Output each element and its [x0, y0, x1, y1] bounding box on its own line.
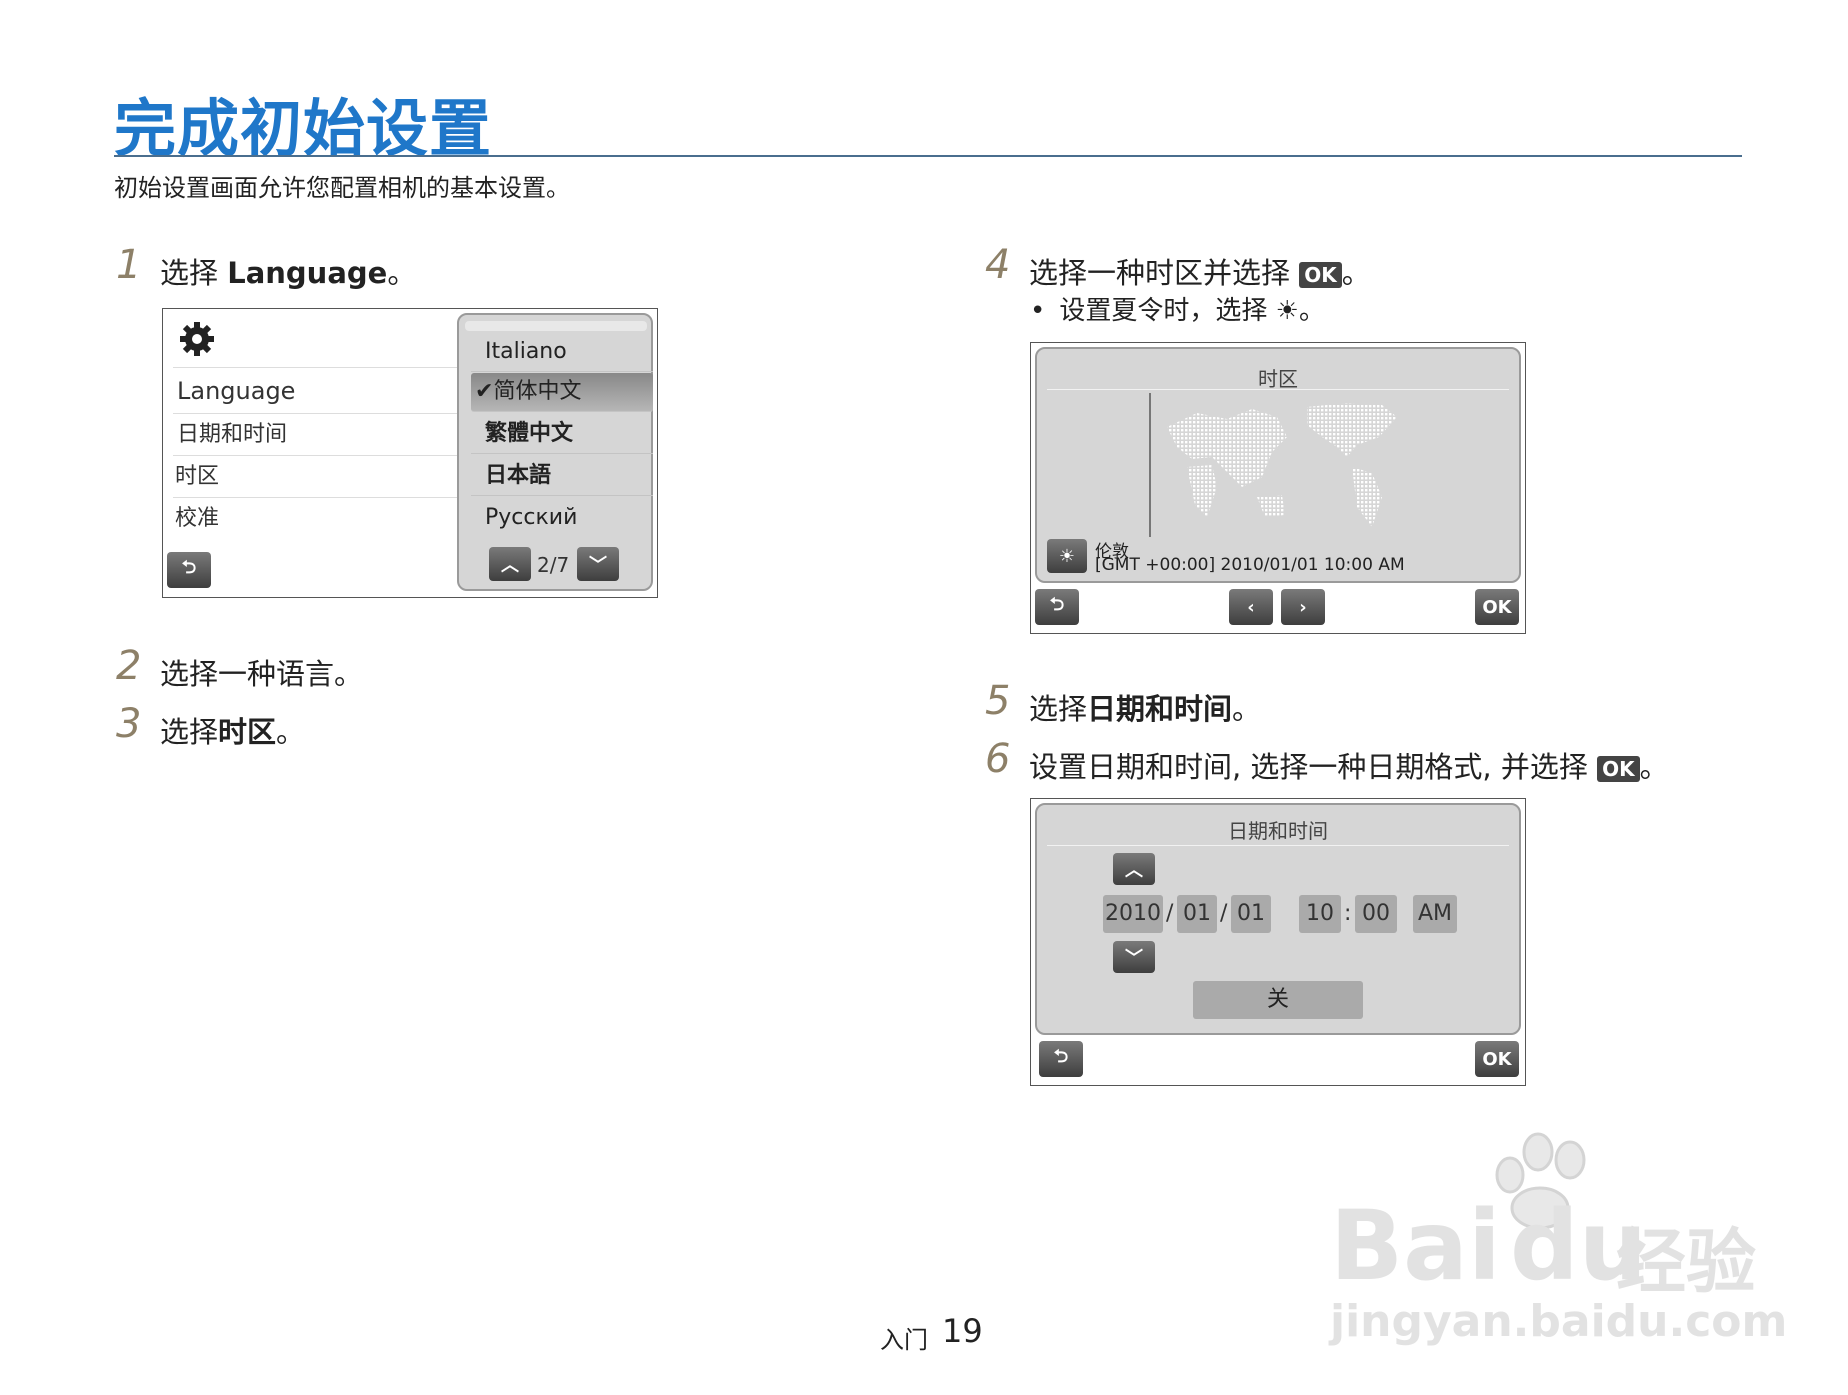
- page-number: 19: [942, 1312, 983, 1350]
- back-button[interactable]: ⮌: [167, 552, 211, 588]
- step-keyword: 时区: [218, 715, 277, 749]
- increment-button[interactable]: ︿: [1113, 853, 1155, 885]
- sun-icon: ☀: [1275, 296, 1299, 326]
- page-subtitle: 初始设置画面允许您配置相机的基本设置。: [114, 174, 570, 202]
- dst-toggle[interactable]: 关: [1193, 981, 1363, 1019]
- language-option[interactable]: 日本語: [471, 457, 653, 496]
- language-popup: Italiano ✔简体中文 繁體中文 日本語 Русский ︿ 2/7 ﹀: [457, 313, 653, 591]
- step-4-bullet: • 设置夏令时，选择 ☀。: [1030, 296, 1325, 326]
- screen-title: 时区: [1258, 367, 1298, 391]
- year-field[interactable]: 2010: [1103, 895, 1163, 933]
- gear-icon: [177, 319, 217, 359]
- menu-item-calibration[interactable]: 校准: [173, 499, 465, 539]
- language-menu-screen: Language 日期和时间 时区 校准 ⮌ Italiano ✔简体中文 繁體…: [162, 308, 658, 598]
- language-option[interactable]: 繁體中文: [471, 415, 653, 454]
- hour-field[interactable]: 10: [1299, 895, 1341, 933]
- step-keyword: 日期和时间: [1087, 692, 1233, 726]
- ok-button[interactable]: OK: [1475, 589, 1519, 625]
- previous-zone-button[interactable]: ‹: [1229, 589, 1273, 625]
- baidu-watermark: Bai du 经验 jingyan.baidu.com: [1330, 1130, 1787, 1347]
- scroll-up-button[interactable]: ︿: [489, 547, 531, 581]
- scroll-down-button[interactable]: ﹀: [577, 547, 619, 581]
- language-option[interactable]: Italiano: [471, 333, 653, 372]
- menu-item-timezone[interactable]: 时区: [173, 457, 465, 498]
- ok-icon: OK: [1597, 756, 1640, 782]
- back-icon: ⮌: [181, 557, 197, 578]
- gmt-info: [GMT +00:00] 2010/01/01 10:00 AM: [1095, 555, 1405, 575]
- decrement-button[interactable]: ﹀: [1113, 941, 1155, 973]
- step-number: 1: [116, 242, 142, 288]
- chevron-up-icon: ︿: [501, 555, 519, 576]
- day-field[interactable]: 01: [1231, 895, 1271, 933]
- chevron-down-icon: ﹀: [589, 555, 607, 576]
- chevron-left-icon: ‹: [1247, 596, 1255, 618]
- step-number: 5: [985, 678, 1011, 724]
- chevron-up-icon: ︿: [1125, 860, 1143, 881]
- page-indicator: 2/7: [537, 553, 570, 577]
- step-number: 3: [116, 701, 142, 747]
- check-icon: ✔: [475, 379, 494, 404]
- language-option-selected[interactable]: ✔简体中文: [471, 373, 653, 412]
- chevron-down-icon: ﹀: [1125, 948, 1143, 969]
- back-button[interactable]: ⮌: [1039, 1041, 1083, 1077]
- step-number: 2: [116, 643, 142, 689]
- step-number: 6: [985, 736, 1011, 782]
- step-keyword: Language: [227, 256, 388, 290]
- title-divider: [114, 155, 1742, 157]
- step-number: 4: [985, 242, 1011, 288]
- menu-item-datetime[interactable]: 日期和时间: [173, 415, 467, 456]
- language-option[interactable]: Русский: [471, 499, 653, 537]
- timezone-screen: 时区 ☀ 伦敦 [GMT +00:00] 2010/01/01 10:00 AM…: [1030, 342, 1526, 634]
- ampm-field[interactable]: AM: [1413, 895, 1457, 933]
- timezone-marker: [1149, 393, 1151, 537]
- chevron-right-icon: ›: [1299, 596, 1307, 618]
- footer-section: 入门: [880, 1326, 928, 1354]
- menu-divider: [173, 365, 463, 368]
- sun-icon: ☀: [1058, 545, 1076, 567]
- screen-title: 日期和时间: [1228, 819, 1328, 843]
- dst-button[interactable]: ☀: [1047, 539, 1087, 573]
- back-button[interactable]: ⮌: [1035, 589, 1079, 625]
- back-icon: ⮌: [1053, 1046, 1069, 1067]
- minute-field[interactable]: 00: [1355, 895, 1397, 933]
- next-zone-button[interactable]: ›: [1281, 589, 1325, 625]
- ok-icon: OK: [1299, 262, 1342, 288]
- back-icon: ⮌: [1049, 594, 1065, 615]
- world-map: [1167, 403, 1397, 527]
- timezone-panel: 时区 ☀ 伦敦 [GMT +00:00] 2010/01/01 10:00 AM: [1035, 347, 1521, 583]
- datetime-panel: 日期和时间 ︿ 2010 / 01 / 01 10 : 00 AM ﹀ 关: [1035, 803, 1521, 1035]
- menu-item-language[interactable]: Language: [173, 369, 467, 414]
- datetime-screen: 日期和时间 ︿ 2010 / 01 / 01 10 : 00 AM ﹀ 关 ⮌ …: [1030, 798, 1526, 1086]
- ok-button[interactable]: OK: [1475, 1041, 1519, 1077]
- datetime-fields: 2010 / 01 / 01 10 : 00 AM: [1103, 895, 1503, 933]
- month-field[interactable]: 01: [1177, 895, 1217, 933]
